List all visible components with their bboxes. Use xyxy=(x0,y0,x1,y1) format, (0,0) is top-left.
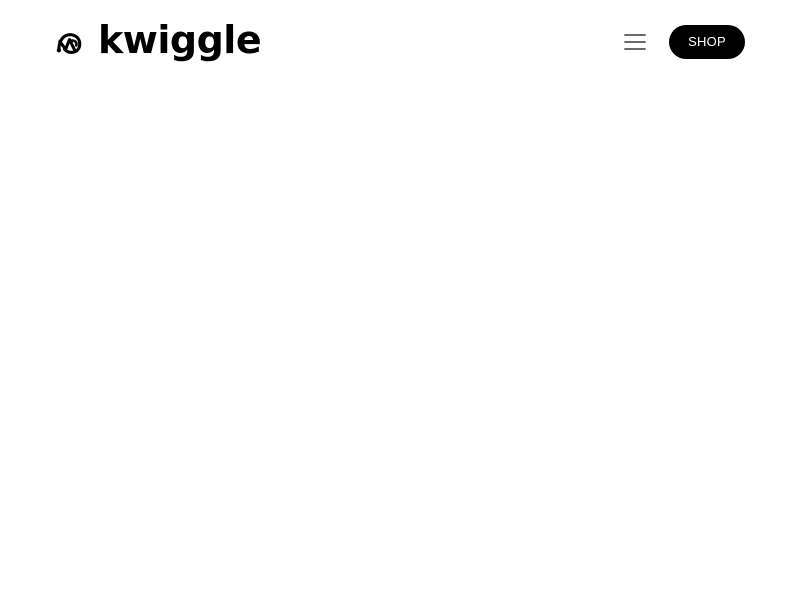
menu-button[interactable] xyxy=(621,28,649,56)
page: kwiggle SHOP xyxy=(0,0,800,600)
kwiggle-bike-icon xyxy=(56,32,82,54)
hamburger-menu-icon xyxy=(624,34,646,50)
shop-button[interactable]: SHOP xyxy=(669,25,745,59)
site-header: kwiggle SHOP xyxy=(0,0,800,84)
main-content xyxy=(0,84,800,600)
logo-link[interactable]: kwiggle xyxy=(55,18,262,63)
logo-text: kwiggle xyxy=(98,18,262,62)
